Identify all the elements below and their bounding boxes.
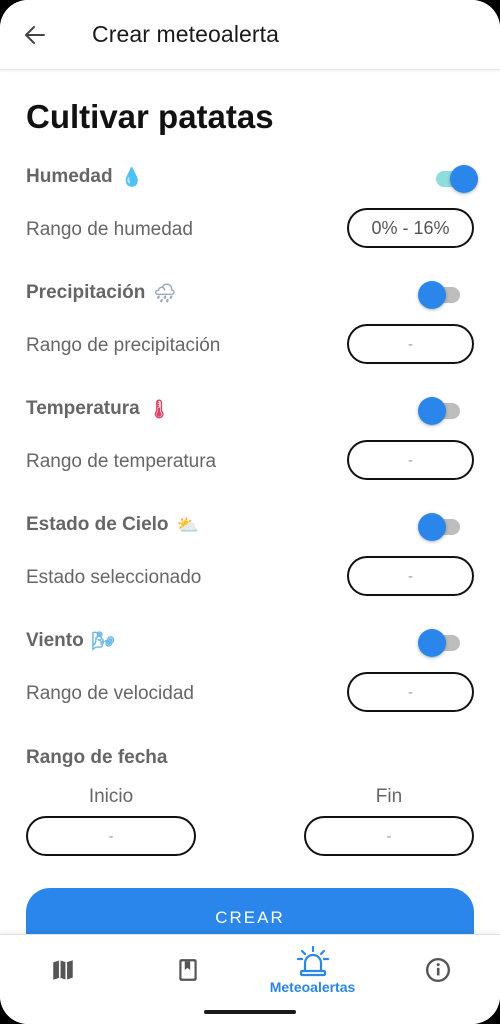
precipitation-range-field[interactable]: - — [347, 324, 474, 364]
nav-item-meteoalertas[interactable]: Meteoalertas — [250, 935, 375, 1005]
wind-header-label: Viento — [26, 630, 84, 651]
sky-state-selected-label: Estado seleccionado — [26, 567, 202, 588]
temperature-range-label: Rango de temperatura — [26, 451, 217, 472]
wind-speed-range-field[interactable]: - — [347, 672, 474, 712]
sun-behind-cloud-icon: ⛅ — [176, 514, 199, 536]
toggle-thumb — [418, 513, 446, 541]
toggle-thumb — [418, 629, 446, 657]
siren-alert-icon — [296, 945, 329, 977]
precipitation-range-label: Rango de precipitación — [26, 335, 221, 356]
start-date-field[interactable]: - — [26, 816, 196, 856]
toggle-thumb — [450, 165, 478, 193]
app-bar-title: Crear meteoalerta — [92, 21, 280, 47]
end-date-label: Fin — [375, 786, 403, 807]
nav-item-map[interactable] — [0, 935, 125, 1005]
droplet-icon: 💧 — [120, 166, 143, 188]
humidity-range-field[interactable]: 0% - 16% — [347, 208, 474, 248]
info-icon — [425, 957, 450, 983]
humidity-header: Humedad 💧 — [26, 166, 143, 188]
start-date-label: Inicio — [88, 786, 134, 807]
back-button[interactable] — [18, 18, 52, 52]
precipitation-header-label: Precipitación — [26, 282, 146, 303]
date-range-header: Rango de fecha — [26, 747, 167, 769]
sky-state-toggle[interactable] — [418, 513, 466, 541]
temperature-range-field[interactable]: - — [347, 440, 474, 480]
bookmark-book-icon — [178, 959, 197, 981]
toggle-thumb — [418, 281, 446, 309]
humidity-range-label: Rango de humedad — [26, 219, 193, 240]
screen: Crear meteoalerta Cultivar patatas Humed… — [0, 0, 500, 1024]
wind-face-icon: 🌬 — [91, 630, 115, 652]
end-date-field[interactable]: - — [304, 816, 474, 856]
map-icon — [52, 960, 73, 980]
precipitation-header: Precipitación 🌧 — [26, 282, 176, 304]
toggle-thumb — [418, 397, 446, 425]
sky-state-field[interactable]: - — [347, 556, 474, 596]
rain-cloud-icon: 🌧 — [153, 282, 177, 304]
temperature-header: Temperatura 🌡 — [26, 398, 171, 420]
home-indicator — [204, 1010, 296, 1014]
nav-item-info[interactable] — [375, 935, 500, 1005]
wind-speed-range-label: Rango de velocidad — [26, 683, 194, 704]
page-title: Cultivar patatas — [26, 98, 274, 135]
date-range-header-label: Rango de fecha — [26, 747, 168, 768]
wind-header: Viento 🌬 — [26, 630, 115, 652]
humidity-toggle[interactable] — [430, 165, 478, 193]
app-bar: Crear meteoalerta — [0, 0, 500, 70]
sky-state-header: Estado de Cielo ⛅ — [26, 514, 199, 536]
nav-label-meteoalertas: Meteoalertas — [269, 979, 356, 995]
precipitation-toggle[interactable] — [418, 281, 466, 309]
nav-item-saved[interactable] — [125, 935, 250, 1005]
sky-state-header-label: Estado de Cielo — [26, 514, 169, 535]
wind-toggle[interactable] — [418, 629, 466, 657]
thermometer-icon: 🌡 — [147, 398, 171, 420]
temperature-toggle[interactable] — [418, 397, 466, 425]
arrow-left-icon — [25, 26, 45, 44]
humidity-header-label: Humedad — [26, 166, 113, 187]
temperature-header-label: Temperatura — [26, 398, 140, 419]
